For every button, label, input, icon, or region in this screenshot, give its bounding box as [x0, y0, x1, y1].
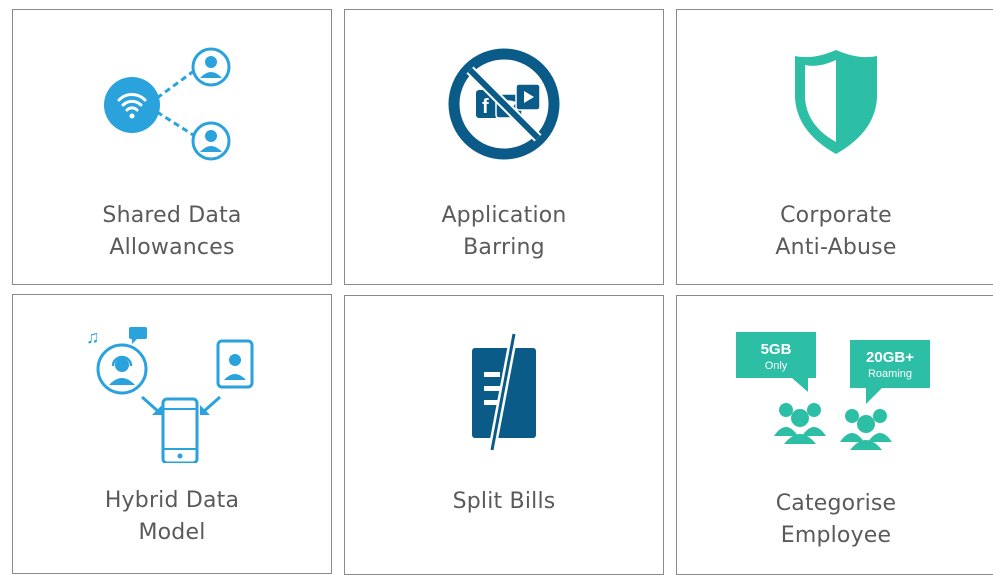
app-barring-icon: f — [446, 46, 562, 162]
split-bill-icon — [464, 330, 544, 454]
card-label-line1: Split Bills — [452, 489, 556, 514]
feature-card-application-barring[interactable]: f Application Barring — [344, 9, 664, 285]
feature-card-hybrid-data-model[interactable]: ♫ Hybrid Data Model — [12, 294, 332, 574]
svg-text:♫: ♫ — [86, 327, 100, 347]
card-label-line1: Application — [441, 203, 567, 228]
card-label-line2: Allowances — [109, 235, 235, 260]
card-label-line2: Model — [138, 520, 206, 545]
card-label-line2: Employee — [780, 523, 892, 548]
bubble-2-small: Roaming — [868, 368, 912, 380]
card-label: Shared Data Allowances — [13, 200, 331, 264]
feature-card-corporate-anti-abuse[interactable]: Corporate Anti-Abuse — [676, 9, 993, 285]
card-label: Hybrid Data Model — [13, 485, 331, 549]
card-label: Corporate Anti-Abuse — [677, 200, 993, 264]
bubble-1-big: 5GB — [761, 341, 792, 358]
shield-icon — [791, 46, 881, 158]
card-label-line1: Shared Data — [102, 203, 242, 228]
card-label-line2: Barring — [463, 235, 545, 260]
card-label-line2: Anti-Abuse — [775, 235, 897, 260]
bubble-2-big: 20GB+ — [866, 349, 914, 366]
bubble-1-small: Only — [765, 360, 788, 372]
feature-card-categorise-employee[interactable]: 5GB Only 20GB+ Roaming Categorise Employ… — [676, 295, 993, 575]
card-label-line1: Hybrid Data — [104, 488, 240, 513]
feature-card-split-bills[interactable]: Split Bills — [344, 295, 664, 575]
card-label: Split Bills — [345, 486, 663, 518]
hybrid-data-icon: ♫ — [82, 325, 262, 465]
employee-groups-icon: 5GB Only 20GB+ Roaming — [736, 332, 936, 454]
card-label-line1: Categorise — [775, 491, 897, 516]
feature-card-shared-data[interactable]: Shared Data Allowances — [12, 9, 332, 285]
card-label: Application Barring — [345, 200, 663, 264]
shared-data-icon — [102, 40, 242, 170]
svg-text:f: f — [482, 96, 489, 118]
card-label: Categorise Employee — [677, 488, 993, 552]
card-label-line1: Corporate — [780, 203, 892, 228]
